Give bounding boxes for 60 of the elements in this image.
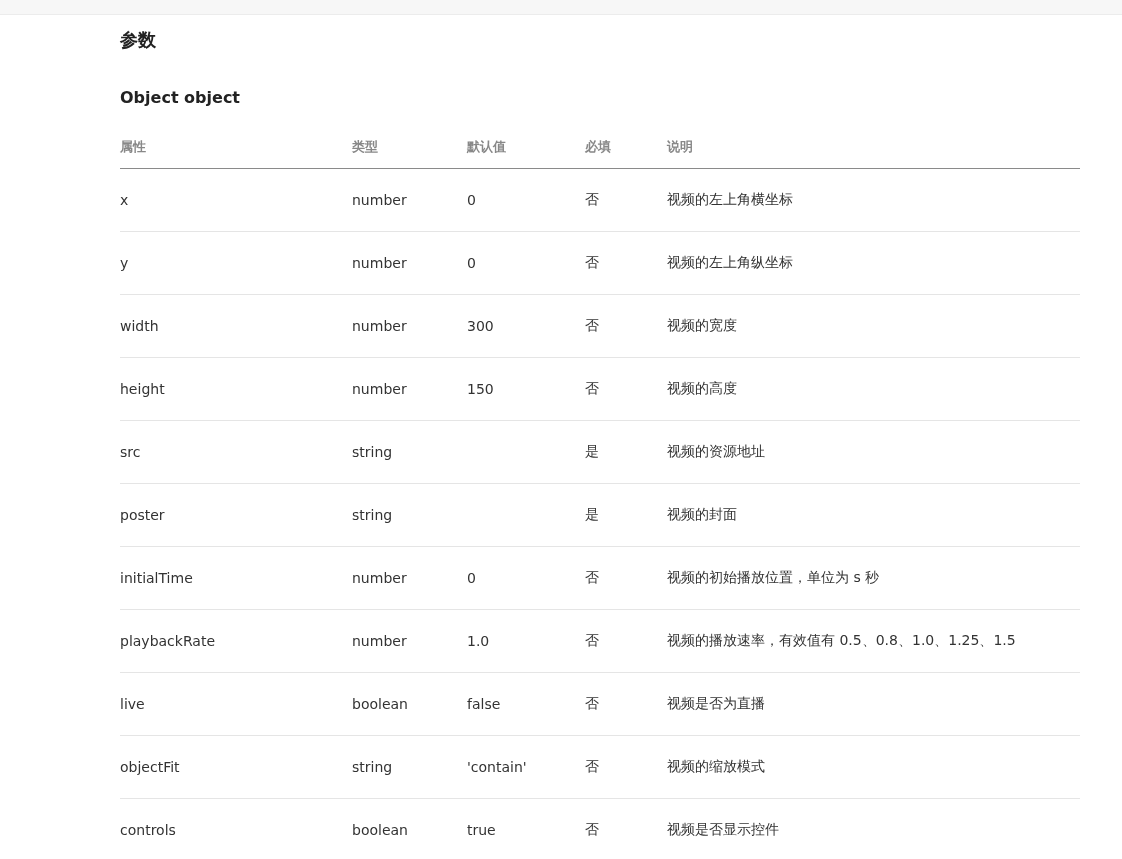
table-cell: poster — [120, 507, 165, 523]
table-cell: string — [352, 759, 393, 775]
table-cell: 视频的播放速率，有效值有 0.5、0.8、1.0、1.25、1.5 — [667, 632, 1016, 648]
table-cell: 视频的初始播放位置，单位为 s 秒 — [667, 569, 880, 585]
table-cell: 否 — [585, 191, 599, 207]
table-cell: live — [120, 696, 145, 712]
table-cell: 0 — [467, 570, 476, 586]
table-cell: controls — [120, 822, 176, 838]
table-cell: number — [352, 633, 407, 649]
table-cell: 150 — [467, 381, 494, 397]
section-title: 参数 — [120, 28, 157, 52]
table-cell: string — [352, 444, 393, 460]
column-header: 类型 — [352, 138, 378, 154]
table-cell: objectFit — [120, 759, 180, 775]
table-cell: 视频是否为直播 — [667, 695, 765, 711]
table-cell: number — [352, 570, 407, 586]
table-cell: height — [120, 381, 165, 397]
table-cell: initialTime — [120, 570, 193, 586]
table-cell: boolean — [352, 822, 408, 838]
table-cell: true — [467, 822, 496, 838]
table-cell: y — [120, 255, 129, 271]
table-cell: 视频的宽度 — [667, 317, 737, 333]
table-title: Object object — [120, 87, 241, 109]
table-cell: 视频的资源地址 — [667, 443, 765, 459]
table-cell: 0 — [467, 255, 476, 271]
table-cell: string — [352, 507, 393, 523]
table-cell: 否 — [585, 821, 599, 837]
table-cell: 否 — [585, 317, 599, 333]
table-cell: x — [120, 192, 129, 208]
table-cell: 视频是否显示控件 — [667, 821, 779, 837]
table-cell: src — [120, 444, 141, 460]
table-cell: 视频的缩放模式 — [667, 758, 765, 774]
table-cell: 视频的左上角纵坐标 — [667, 254, 793, 270]
table-cell: 否 — [585, 380, 599, 396]
table-cell: number — [352, 255, 407, 271]
table-cell: 是 — [585, 443, 599, 459]
table-cell: number — [352, 318, 407, 334]
table-cell: 否 — [585, 758, 599, 774]
table-cell: 是 — [585, 506, 599, 522]
table-cell: boolean — [352, 696, 408, 712]
table-cell: false — [467, 696, 501, 712]
table-cell: number — [352, 192, 407, 208]
column-header: 默认值 — [467, 138, 506, 154]
table-cell: 'contain' — [467, 759, 527, 775]
table-cell: 0 — [467, 192, 476, 208]
table-cell: 否 — [585, 254, 599, 270]
column-header: 说明 — [667, 138, 693, 154]
column-header: 属性 — [120, 138, 146, 154]
table-cell: 否 — [585, 569, 599, 585]
table-cell: 否 — [585, 632, 599, 648]
table-cell: number — [352, 381, 407, 397]
table-cell: 300 — [467, 318, 494, 334]
column-header: 必填 — [585, 138, 611, 154]
table-cell: 视频的封面 — [667, 506, 737, 522]
table-cell: width — [120, 318, 159, 334]
table-cell: 否 — [585, 695, 599, 711]
table-cell: 视频的高度 — [667, 380, 737, 396]
table-cell: playbackRate — [120, 633, 215, 649]
table-cell: 视频的左上角横坐标 — [667, 191, 793, 207]
table-cell: 1.0 — [467, 633, 490, 649]
